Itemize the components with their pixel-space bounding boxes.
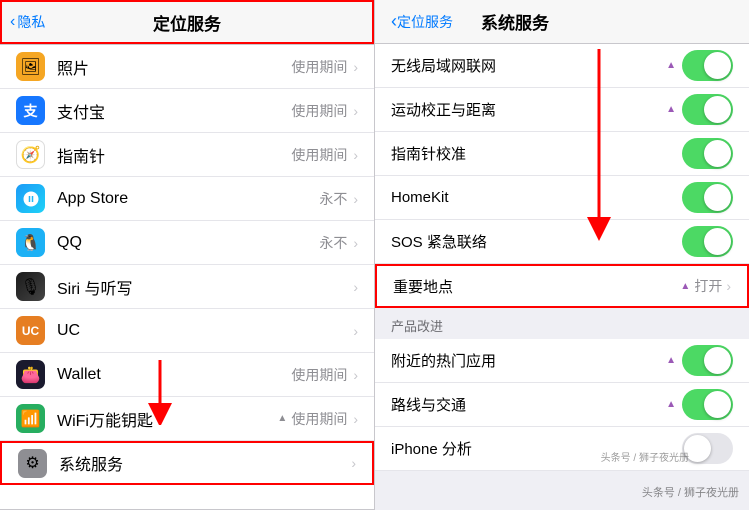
right-list-item[interactable]: 无线局域网联网 ▲ bbox=[375, 44, 749, 88]
chevron-right-icon: › bbox=[353, 235, 358, 251]
item-value: 永不 bbox=[319, 233, 347, 253]
right-title: 系统服务 bbox=[481, 9, 549, 34]
qq-icon: 🐧 bbox=[16, 228, 45, 257]
right-list-item[interactable]: SOS 紧急联络 bbox=[375, 220, 749, 264]
list-item[interactable]: App Store 永不 › bbox=[0, 177, 374, 221]
right-back-label[interactable]: 定位服务 bbox=[397, 12, 453, 32]
item-label: 重要地点 bbox=[393, 276, 680, 297]
watermark-text: 头条号 / 狮子夜光册 bbox=[642, 484, 739, 500]
list-item[interactable]: 🐧 QQ 永不 › bbox=[0, 221, 374, 265]
left-list: 🖼 照片 使用期间 › 支 支付宝 使用期间 › 🧭 指南针 使用期间 › bbox=[0, 44, 374, 510]
list-item[interactable]: 👛 Wallet 使用期间 › bbox=[0, 353, 374, 397]
item-label: 系统服务 bbox=[59, 451, 351, 475]
section-header: 产品改进 bbox=[375, 308, 749, 339]
appstore-icon bbox=[16, 184, 45, 213]
item-value: 使用期间 bbox=[291, 365, 347, 385]
item-value: 使用期间 bbox=[291, 57, 347, 77]
item-value: 使用期间 bbox=[291, 145, 347, 165]
list-item[interactable]: 支 支付宝 使用期间 › bbox=[0, 89, 374, 133]
left-title: 定位服务 bbox=[153, 10, 221, 35]
left-header: ‹ 隐私 定位服务 bbox=[0, 0, 374, 44]
toggle-switch[interactable] bbox=[682, 50, 733, 81]
item-label: 支付宝 bbox=[57, 99, 291, 123]
system-icon: ⚙ bbox=[18, 449, 47, 478]
item-label: 无线局域网联网 bbox=[391, 55, 666, 76]
location-arrow-icon: ▲ bbox=[666, 399, 676, 410]
location-arrow-icon: ▲ bbox=[680, 281, 690, 292]
item-label: Siri 与听写 bbox=[57, 275, 353, 299]
watermark: 头条号 / 狮子夜光册 bbox=[601, 449, 689, 464]
uc-icon: UC bbox=[16, 316, 45, 345]
right-list: 无线局域网联网 ▲ 运动校正与距离 ▲ 指南针校准 HomeKit bbox=[375, 44, 749, 510]
right-header: ‹ 定位服务 系统服务 bbox=[375, 0, 749, 44]
toggle-switch[interactable] bbox=[682, 94, 733, 125]
item-value: 打开 bbox=[694, 276, 722, 296]
wifi-icon: 📶 bbox=[16, 404, 45, 433]
item-label: 指南针校准 bbox=[391, 143, 682, 164]
item-label: 指南针 bbox=[57, 143, 291, 167]
chevron-right-icon: › bbox=[353, 367, 358, 383]
siri-icon: 🎙 bbox=[16, 272, 45, 301]
item-label: SOS 紧急联络 bbox=[391, 231, 682, 252]
right-list-item[interactable]: 指南针校准 bbox=[375, 132, 749, 176]
list-item[interactable]: UC UC › bbox=[0, 309, 374, 353]
list-item[interactable]: 🧭 指南针 使用期间 › bbox=[0, 133, 374, 177]
location-arrow-icon: ▲ bbox=[666, 355, 676, 366]
item-label: 路线与交通 bbox=[391, 394, 666, 415]
toggle-switch[interactable] bbox=[682, 345, 733, 376]
left-back-label[interactable]: 隐私 bbox=[17, 12, 45, 32]
chevron-right-icon: › bbox=[353, 411, 358, 427]
wallet-icon: 👛 bbox=[16, 360, 45, 389]
item-label: HomeKit bbox=[391, 189, 682, 206]
item-label: 运动校正与距离 bbox=[391, 99, 666, 120]
chevron-right-icon: › bbox=[351, 455, 356, 471]
toggle-switch[interactable] bbox=[682, 138, 733, 169]
item-label: App Store bbox=[57, 190, 319, 208]
toggle-switch[interactable] bbox=[682, 433, 733, 464]
chevron-right-icon: › bbox=[726, 278, 731, 294]
list-item[interactable]: 📶 WiFi万能钥匙 ▲ 使用期间 › bbox=[0, 397, 374, 441]
photos-icon: 🖼 bbox=[16, 52, 45, 81]
compass-icon: 🧭 bbox=[16, 140, 45, 169]
chevron-right-icon: › bbox=[353, 191, 358, 207]
alipay-icon: 支 bbox=[16, 96, 45, 125]
right-list-item[interactable]: 运动校正与距离 ▲ bbox=[375, 88, 749, 132]
item-value: 永不 bbox=[319, 189, 347, 209]
right-list-item[interactable]: 路线与交通 ▲ bbox=[375, 383, 749, 427]
chevron-right-icon: › bbox=[353, 59, 358, 75]
item-value: 使用期间 bbox=[291, 409, 347, 429]
list-item[interactable]: 🎙 Siri 与听写 › bbox=[0, 265, 374, 309]
location-arrow-icon: ▲ bbox=[666, 104, 676, 115]
item-label: WiFi万能钥匙 bbox=[57, 407, 277, 431]
right-back-button[interactable]: ‹ 定位服务 bbox=[391, 11, 453, 32]
location-arrow-icon: ▲ bbox=[666, 60, 676, 71]
system-services-item[interactable]: ⚙ 系统服务 › bbox=[0, 441, 374, 485]
item-label: QQ bbox=[57, 234, 319, 252]
location-arrow-icon: ▲ bbox=[277, 413, 287, 424]
chevron-left-icon: ‹ bbox=[10, 13, 15, 31]
chevron-right-icon: › bbox=[353, 147, 358, 163]
item-value: 使用期间 bbox=[291, 101, 347, 121]
item-label: 附近的热门应用 bbox=[391, 350, 666, 371]
list-item[interactable]: 🖼 照片 使用期间 › bbox=[0, 45, 374, 89]
right-list-item[interactable]: 附近的热门应用 ▲ bbox=[375, 339, 749, 383]
chevron-right-icon: › bbox=[353, 323, 358, 339]
item-label: Wallet bbox=[57, 366, 291, 384]
chevron-right-icon: › bbox=[353, 103, 358, 119]
toggle-switch[interactable] bbox=[682, 226, 733, 257]
important-places-item[interactable]: 重要地点 ▲ 打开 › bbox=[375, 264, 749, 308]
item-label: 照片 bbox=[57, 55, 291, 79]
toggle-switch[interactable] bbox=[682, 182, 733, 213]
item-label: UC bbox=[57, 322, 353, 340]
toggle-switch[interactable] bbox=[682, 389, 733, 420]
left-back-button[interactable]: ‹ 隐私 bbox=[10, 12, 45, 32]
right-list-item[interactable]: HomeKit bbox=[375, 176, 749, 220]
right-list-item[interactable]: iPhone 分析 头条号 / 狮子夜光册 bbox=[375, 427, 749, 471]
chevron-right-icon: › bbox=[353, 279, 358, 295]
